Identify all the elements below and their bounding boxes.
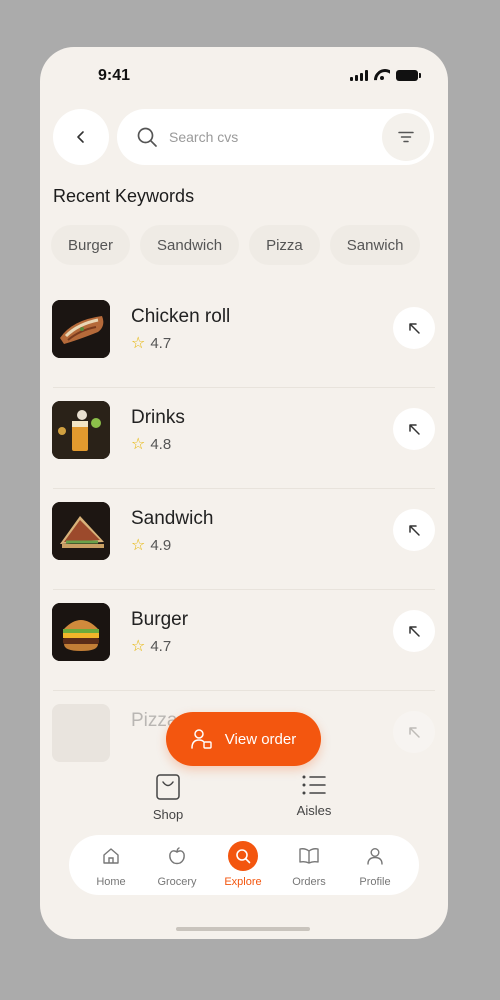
rating-value: 4.9 — [150, 537, 172, 554]
star-icon: ☆ — [131, 536, 146, 554]
status-time: 9:41 — [98, 67, 131, 84]
view-order-label: View order — [224, 730, 297, 748]
list-item[interactable]: Drinks ☆ 4.8 — [40, 388, 448, 489]
status-icons — [350, 69, 421, 81]
keyword-chip[interactable]: Burger — [51, 225, 131, 265]
wifi-icon — [374, 69, 390, 81]
battery-icon — [396, 70, 421, 81]
nav-orders-label: Orders — [292, 876, 326, 888]
search-bar[interactable] — [117, 109, 434, 165]
item-rating: ☆ 4.7 — [131, 638, 171, 655]
item-rating: ☆ 4.8 — [131, 436, 171, 453]
item-name: Burger — [131, 609, 189, 630]
apple-icon — [162, 841, 192, 871]
drinks-photo — [52, 401, 110, 459]
chicken-roll-photo — [52, 300, 110, 358]
item-name: Drinks — [131, 407, 185, 428]
fill-search-button[interactable] — [393, 610, 435, 652]
list-item[interactable]: Chicken roll ☆ 4.7 — [40, 287, 448, 388]
fill-search-button[interactable] — [393, 509, 435, 551]
item-rating: ☆ 4.7 — [131, 335, 171, 352]
recent-keywords-title: Recent Keywords — [53, 186, 195, 206]
home-icon — [96, 841, 126, 871]
tab-aisles-label: Aisles — [296, 803, 332, 818]
nav-profile[interactable]: Profile — [345, 841, 405, 888]
keyword-chip[interactable]: Pizza — [249, 225, 320, 265]
nav-home[interactable]: Home — [81, 841, 141, 888]
back-button[interactable] — [53, 109, 109, 165]
nav-grocery-label: Grocery — [157, 876, 197, 888]
star-icon: ☆ — [131, 637, 146, 655]
fill-search-button[interactable] — [393, 408, 435, 450]
burger-photo — [52, 603, 110, 661]
user-bag-icon — [191, 729, 212, 749]
item-rating: ☆ 4.9 — [131, 537, 171, 554]
recent-keywords-chips: Burger Sandwich Pizza Sanwich — [51, 225, 421, 265]
nav-home-label: Home — [96, 876, 126, 888]
list-item[interactable]: Burger ☆ 4.7 — [40, 590, 448, 691]
arrow-up-left-icon — [409, 323, 420, 334]
keyword-chip[interactable]: Sandwich — [140, 225, 240, 265]
rating-value: 4.8 — [150, 436, 172, 453]
arrow-up-left-icon — [409, 727, 420, 738]
status-bar: 9:41 — [40, 47, 448, 103]
arrow-up-left-icon — [409, 525, 420, 536]
list-icon — [302, 775, 326, 795]
sandwich-photo — [52, 502, 110, 560]
tab-aisles[interactable]: Aisles — [284, 773, 344, 818]
filter-button[interactable] — [382, 113, 430, 161]
item-name: Sandwich — [131, 508, 214, 529]
nav-explore[interactable]: Explore — [213, 841, 273, 888]
search-input[interactable] — [169, 109, 369, 165]
chevron-left-icon — [77, 131, 84, 143]
pizza-photo — [52, 704, 110, 762]
tab-shop-label: Shop — [152, 807, 184, 822]
fill-search-button[interactable] — [393, 307, 435, 349]
keyword-chip[interactable]: Sanwich — [329, 225, 421, 265]
item-name: Chicken roll — [131, 306, 231, 327]
nav-profile-label: Profile — [359, 876, 391, 888]
filter-icon — [398, 131, 414, 143]
nav-orders[interactable]: Orders — [279, 841, 339, 888]
bottom-nav: Home Grocery Explore Orders Profile — [69, 835, 419, 895]
arrow-up-left-icon — [409, 424, 420, 435]
search-icon — [228, 841, 258, 871]
list-item[interactable]: Sandwich ☆ 4.9 — [40, 489, 448, 590]
fill-search-button[interactable] — [393, 711, 435, 753]
arrow-up-left-icon — [409, 626, 420, 637]
nav-grocery[interactable]: Grocery — [147, 841, 207, 888]
user-icon — [360, 841, 390, 871]
search-icon — [137, 127, 157, 147]
rating-value: 4.7 — [150, 638, 172, 655]
view-order-button[interactable]: View order — [166, 712, 321, 766]
book-open-icon — [294, 841, 324, 871]
star-icon: ☆ — [131, 435, 146, 453]
star-icon: ☆ — [131, 334, 146, 352]
rating-value: 4.7 — [150, 335, 172, 352]
home-indicator — [176, 927, 310, 931]
shopping-bag-icon — [156, 774, 180, 800]
nav-explore-label: Explore — [224, 876, 262, 888]
tab-shop[interactable]: Shop — [138, 773, 198, 822]
phone-screen: 9:41 Recent Keywords Burger Sandwich Piz… — [40, 47, 448, 939]
signal-icon — [350, 70, 368, 81]
